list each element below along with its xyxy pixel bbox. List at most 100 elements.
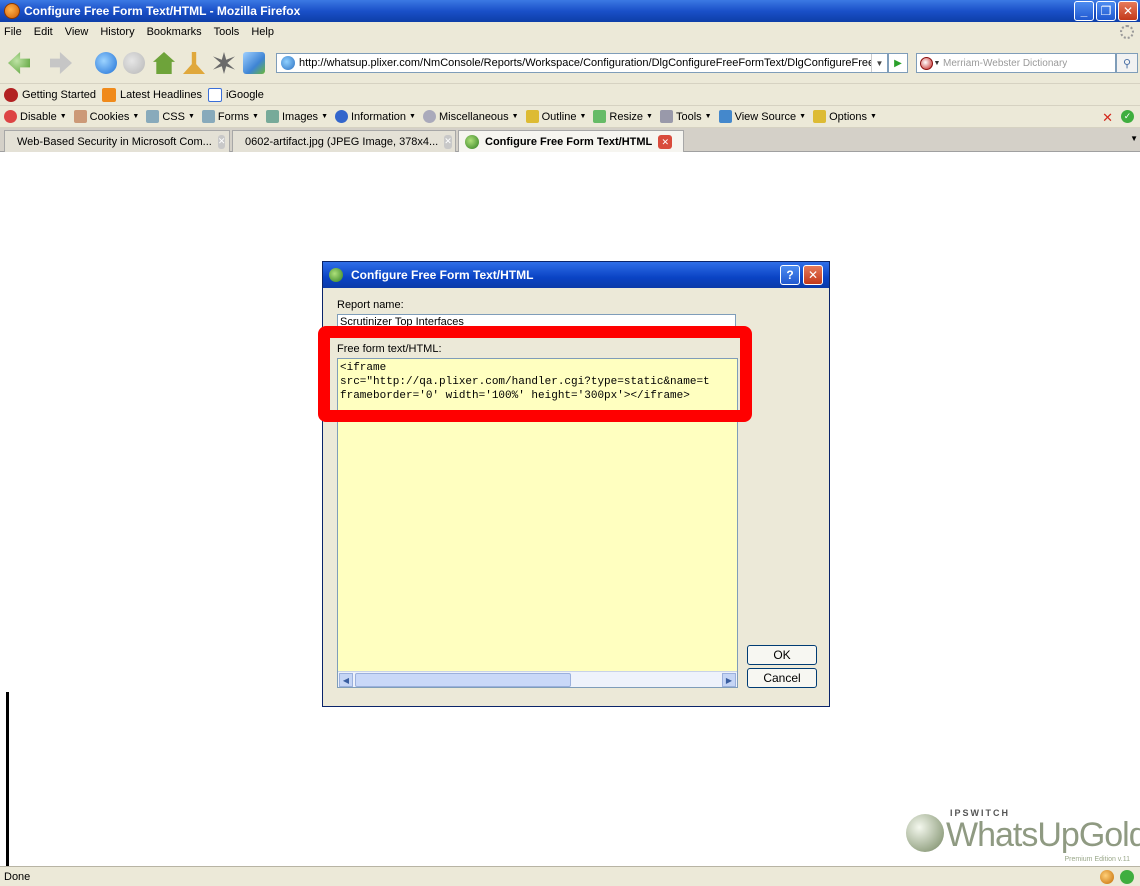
search-bar[interactable]: ▼ Merriam-Webster Dictionary: [916, 53, 1116, 73]
page-edge-line: [6, 692, 9, 866]
highlight-box: [318, 326, 752, 422]
address-text[interactable]: http://whatsup.plixer.com/NmConsole/Repo…: [299, 57, 871, 69]
dialog-title: Configure Free Form Text/HTML: [351, 268, 534, 282]
reload-icon[interactable]: [95, 52, 117, 74]
window-controls: _ ❐ ✕: [1074, 1, 1138, 21]
errors-icon[interactable]: ✕: [1102, 110, 1113, 126]
scroll-thumb[interactable]: [355, 673, 571, 687]
getting-started-icon: [4, 87, 18, 102]
menu-history[interactable]: History: [100, 26, 134, 38]
cancel-button[interactable]: Cancel: [747, 668, 817, 688]
options-icon: [813, 110, 827, 123]
forward-arrow-icon[interactable]: [50, 52, 72, 74]
bookmark-getting-started[interactable]: Getting Started: [4, 87, 96, 102]
maximize-button[interactable]: ❐: [1096, 1, 1116, 21]
minimize-button[interactable]: _: [1074, 1, 1094, 21]
firefox-icon: [4, 3, 20, 19]
tab-configure-free-form[interactable]: Configure Free Form Text/HTML ✕: [458, 130, 684, 153]
tab-web-based-security[interactable]: Web-Based Security in Microsoft Com... ✕: [4, 130, 230, 152]
back-arrow-icon[interactable]: [8, 52, 30, 74]
page-content: Configure Free Form Text/HTML ? ✕ Report…: [0, 152, 1140, 866]
brand-name: WhatsUpGold: [946, 816, 1140, 854]
navigation-toolbar: http://whatsup.plixer.com/NmConsole/Repo…: [0, 42, 1140, 84]
bookmarks-toolbar: Getting Started Latest Headlines iGoogle: [0, 84, 1140, 106]
tab-bar: Web-Based Security in Microsoft Com... ✕…: [0, 128, 1140, 153]
firebug-icon[interactable]: [213, 52, 235, 74]
outline-icon: [525, 110, 539, 123]
tab-close-icon[interactable]: ✕: [444, 134, 452, 149]
tab-list-arrow-icon[interactable]: ▼: [1130, 134, 1138, 143]
google-icon: [207, 87, 222, 102]
search-magnifier-icon[interactable]: ⚲: [1116, 53, 1138, 73]
merriam-webster-icon: [919, 56, 933, 70]
menu-file[interactable]: File: [4, 26, 22, 38]
search-engine-dropdown-icon: ▼: [933, 59, 941, 67]
view-source-icon: [718, 110, 732, 123]
ok-button[interactable]: OK: [747, 645, 817, 665]
disable-icon: [4, 110, 17, 123]
address-bar[interactable]: http://whatsup.plixer.com/NmConsole/Repo…: [276, 53, 888, 73]
scroll-left-icon[interactable]: ◀: [339, 673, 353, 687]
tab-close-icon[interactable]: ✕: [217, 134, 226, 149]
tab-close-icon[interactable]: ✕: [658, 135, 673, 149]
information-icon: [335, 110, 348, 123]
miscellaneous-icon: [422, 110, 436, 123]
devbar-css[interactable]: CSS ▼: [146, 110, 195, 123]
devbar-information[interactable]: Information ▼: [335, 110, 416, 123]
stop-icon[interactable]: [123, 52, 145, 74]
throbber-icon: [1120, 25, 1134, 39]
dialog-titlebar: Configure Free Form Text/HTML ? ✕: [323, 262, 829, 288]
close-window-button[interactable]: ✕: [1118, 1, 1138, 21]
devbar-miscellaneous[interactable]: Miscellaneous ▼: [422, 110, 519, 123]
menu-view[interactable]: View: [65, 26, 89, 38]
report-name-label: Report name:: [337, 299, 404, 311]
validation-ok-icon[interactable]: ✓: [1121, 110, 1134, 123]
forms-icon: [201, 110, 215, 123]
go-button[interactable]: ▶: [888, 53, 908, 73]
menu-edit[interactable]: Edit: [34, 26, 53, 38]
status-text: Done: [4, 870, 31, 883]
devbar-disable[interactable]: Disable ▼: [4, 110, 67, 123]
window-title: Configure Free Form Text/HTML - Mozilla …: [24, 4, 301, 18]
devbar-view-source[interactable]: View Source ▼: [718, 110, 806, 123]
brand-edition: Premium Edition v.11: [1064, 856, 1131, 863]
devbar-resize[interactable]: Resize ▼: [593, 110, 653, 123]
devbar-forms[interactable]: Forms ▼: [201, 110, 259, 123]
devbar-tools[interactable]: Tools ▼: [659, 110, 712, 123]
bookmark-latest-headlines[interactable]: Latest Headlines: [102, 87, 202, 102]
menu-bookmarks[interactable]: Bookmarks: [147, 26, 202, 38]
scroll-right-icon[interactable]: ▶: [722, 673, 736, 687]
search-engine-selector[interactable]: ▼: [917, 54, 943, 72]
menu-bar: File Edit View History Bookmarks Tools H…: [0, 22, 1140, 42]
tab-artifact-image[interactable]: 0602-artifact.jpg (JPEG Image, 378x4... …: [232, 130, 456, 152]
horizontal-scrollbar[interactable]: ◀ ▶: [338, 671, 737, 687]
window-titlebar: Configure Free Form Text/HTML - Mozilla …: [0, 0, 1140, 22]
whatsup-favicon-icon: [465, 135, 479, 149]
home-icon[interactable]: [153, 52, 175, 74]
images-icon: [265, 110, 279, 123]
css-icon: [146, 110, 160, 123]
status-bar: Done: [0, 866, 1140, 886]
web-developer-toolbar: Disable ▼ Cookies ▼ CSS ▼ Forms ▼ Images ▼ In…: [0, 106, 1140, 128]
devbar-outline[interactable]: Outline ▼: [525, 110, 586, 123]
dialog-close-button[interactable]: ✕: [803, 265, 823, 285]
globe-icon: [906, 814, 944, 852]
web-tools-icon[interactable]: [243, 52, 265, 74]
bookmark-igoogle[interactable]: iGoogle: [207, 87, 264, 102]
tools-icon: [659, 110, 673, 123]
menu-help[interactable]: Help: [251, 26, 274, 38]
devbar-images[interactable]: Images ▼: [265, 110, 328, 123]
extension-status-icon[interactable]: [1100, 870, 1114, 884]
clear-history-icon[interactable]: [183, 52, 205, 74]
cookies-icon: [73, 110, 87, 123]
help-button[interactable]: ?: [780, 265, 800, 285]
search-placeholder[interactable]: Merriam-Webster Dictionary: [943, 58, 1067, 69]
address-dropdown-icon[interactable]: ▼: [871, 54, 887, 72]
security-ok-icon[interactable]: [1120, 870, 1134, 884]
whatsup-gold-logo: IPSWITCH WhatsUpGold Premium Edition v.1…: [906, 806, 1140, 866]
site-favicon-icon: [281, 56, 295, 70]
whatsup-icon: [329, 268, 343, 282]
devbar-options[interactable]: Options ▼: [813, 110, 877, 123]
menu-tools[interactable]: Tools: [214, 26, 240, 38]
devbar-cookies[interactable]: Cookies ▼: [73, 110, 139, 123]
